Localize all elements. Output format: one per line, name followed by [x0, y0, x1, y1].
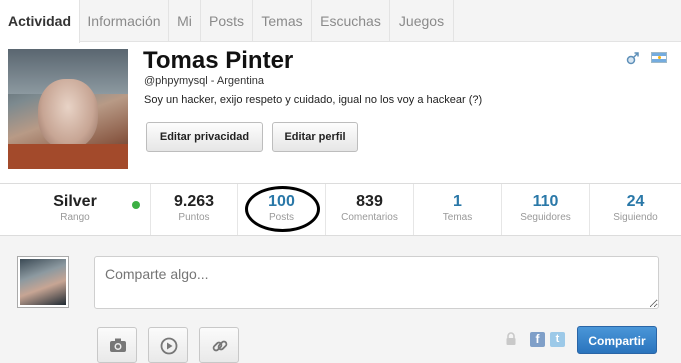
profile-tabs: Actividad Información Mi Posts Temas Esc… [0, 0, 681, 43]
tab-temas[interactable]: Temas [253, 0, 312, 42]
annotation-circle [245, 186, 320, 232]
play-icon [160, 337, 178, 355]
stat-seguidores[interactable]: 110 Seguidores [502, 184, 590, 235]
share-button[interactable]: Compartir [577, 326, 657, 354]
stat-comentarios: 839 Comentarios [326, 184, 414, 235]
stat-label: Comentarios [341, 212, 398, 223]
facebook-icon[interactable]: f [530, 332, 545, 347]
stat-label: Rango [60, 212, 90, 223]
stat-value: 24 [626, 193, 645, 210]
profile-stats: Silver Rango 9.263 Puntos 100 Posts 839 … [0, 183, 681, 236]
stat-temas[interactable]: 1 Temas [414, 184, 502, 235]
composer-avatar [17, 256, 69, 308]
lock-icon[interactable] [505, 332, 517, 346]
tab-escuchas[interactable]: Escuchas [312, 0, 390, 42]
stat-value: Silver [53, 193, 97, 210]
link-icon [212, 340, 228, 352]
online-status-dot [132, 201, 140, 209]
video-button[interactable] [148, 327, 188, 363]
stat-value: 9.263 [173, 193, 215, 210]
profile-avatar[interactable] [8, 49, 128, 169]
stat-value: 1 [453, 193, 462, 210]
link-button[interactable] [199, 327, 239, 363]
share-input[interactable] [94, 256, 659, 309]
photo-button[interactable] [97, 327, 137, 363]
edit-privacy-button[interactable]: Editar privacidad [146, 122, 263, 152]
tab-juegos[interactable]: Juegos [390, 0, 454, 42]
tab-mi[interactable]: Mi [169, 0, 201, 42]
camera-icon [110, 338, 126, 352]
stat-siguiendo[interactable]: 24 Siguiendo [590, 184, 681, 235]
stat-value: 839 [356, 193, 383, 210]
argentina-flag-icon [651, 52, 667, 63]
stat-puntos: 9.263 Puntos [151, 184, 238, 235]
profile-bio: Soy un hacker, exijo respeto y cuidado, … [144, 94, 483, 106]
stat-label: Seguidores [520, 212, 571, 223]
stat-rango: Silver Rango [0, 184, 151, 235]
stat-value: 110 [532, 193, 559, 210]
stat-label: Puntos [178, 212, 210, 223]
tab-actividad[interactable]: Actividad [0, 0, 80, 43]
twitter-icon[interactable]: t [550, 332, 565, 347]
profile-name: Tomas Pinter [143, 47, 294, 74]
stat-label: Siguiendo [613, 212, 658, 223]
edit-profile-button[interactable]: Editar perfil [272, 122, 358, 152]
male-icon [626, 52, 639, 65]
tab-posts[interactable]: Posts [201, 0, 253, 42]
profile-handle: @phpymysql - Argentina [144, 75, 265, 87]
tab-informacion[interactable]: Información [80, 0, 169, 42]
stat-label: Temas [442, 212, 473, 223]
